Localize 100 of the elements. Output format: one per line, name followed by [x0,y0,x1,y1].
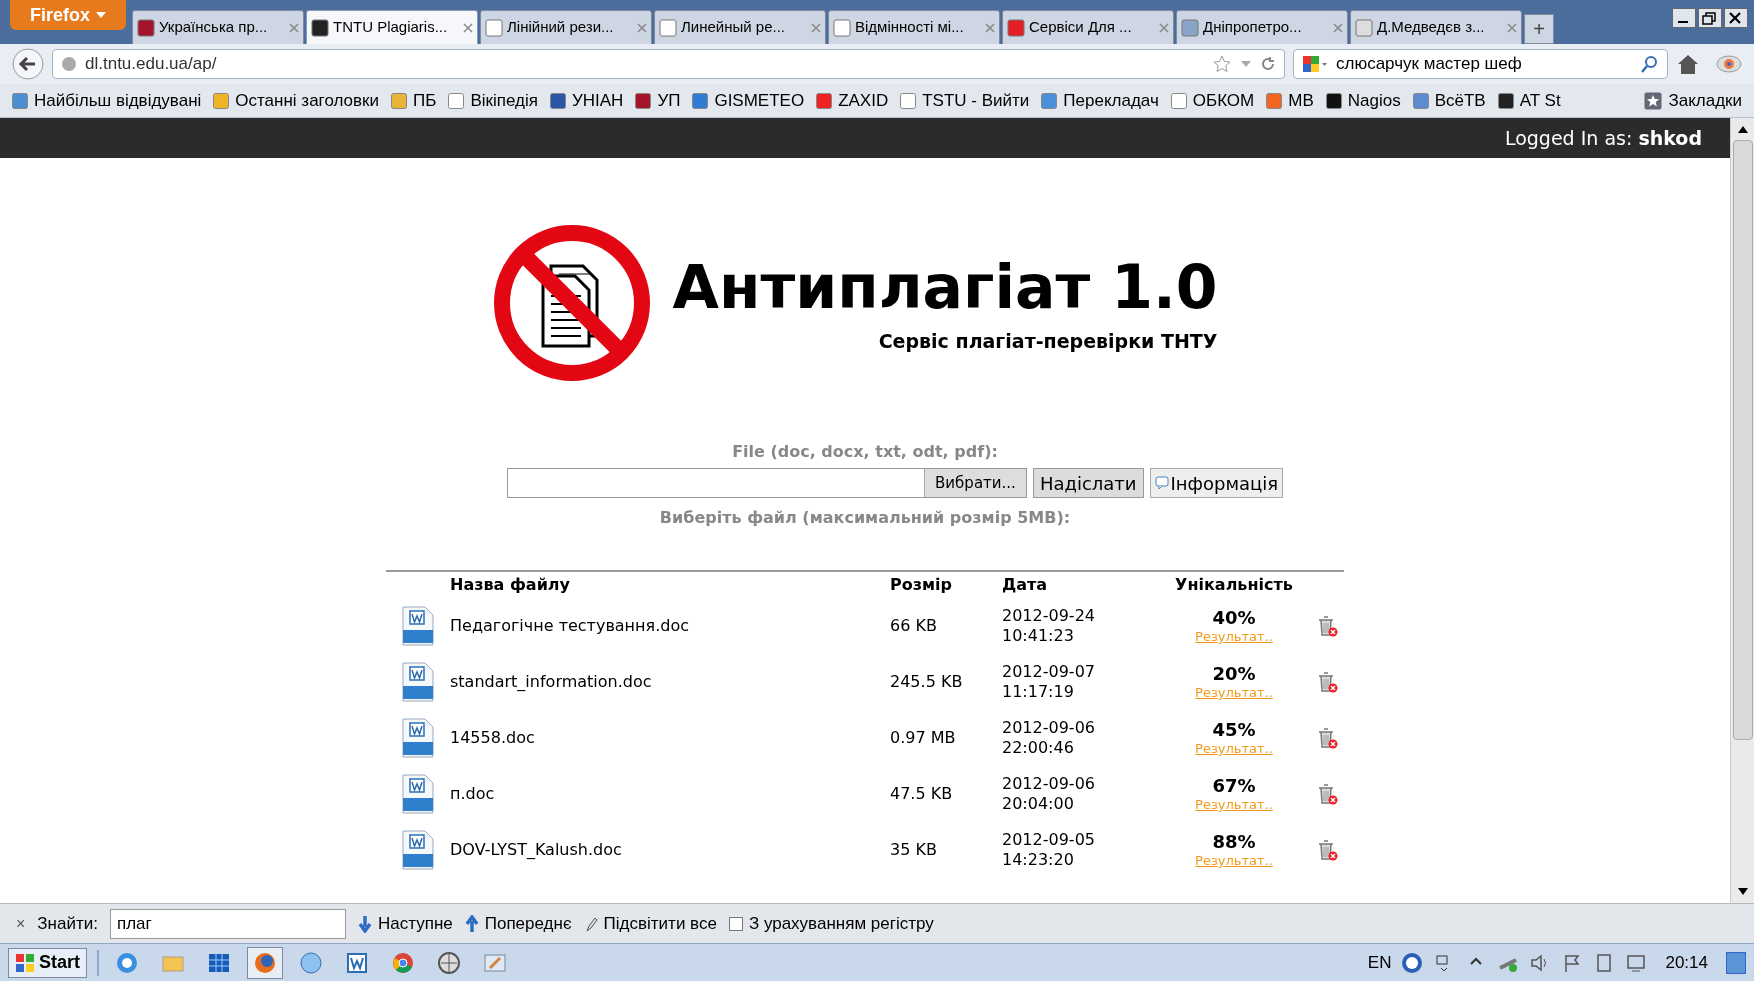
delete-icon[interactable] [1316,726,1338,750]
bookmark-favicon-icon [12,92,28,109]
close-icon[interactable] [1724,8,1748,28]
reload-icon [1260,56,1276,72]
browser-tab[interactable]: Українська пр... [132,10,304,44]
highlight-all-button[interactable]: Підсвітити все [583,910,717,937]
bookmark-link[interactable]: Найбільш відвідувані [12,87,202,114]
bookmark-link[interactable]: ZAXID [816,87,889,114]
scrollbar[interactable] [1730,118,1754,903]
bookmark-favicon-icon [1170,92,1187,109]
uniqueness-percent: 20% [1212,662,1256,686]
bookmark-link[interactable]: ОБКОМ [1170,87,1255,114]
word-document-icon [401,774,435,814]
close-icon [985,22,995,33]
browser-tab[interactable]: Відмінності мі... [828,10,1000,44]
browser-tab[interactable]: TNTU Plagiaris... [306,10,478,44]
browser-tab[interactable]: Лінійний рези... [480,10,652,44]
upload-date: 2012-09-06 [1002,718,1096,738]
browser-tab[interactable]: Линейный ре... [654,10,826,44]
bookmark-favicon-icon [1041,92,1058,109]
file-name: DOV-LYST_Kalush.doc [450,839,623,861]
bookmark-link[interactable]: УП [635,87,681,114]
tab-title: Дніпропетро... [1203,17,1303,38]
scroll-down-icon[interactable] [1736,887,1749,897]
file-name: 14558.doc [450,727,536,749]
file-input[interactable]: Вибрати... [506,468,1027,498]
upload-date: 2012-09-06 [1002,774,1096,794]
tab-title: Лінійний рези... [507,17,615,38]
find-field[interactable]: плаг [109,908,346,939]
new-tab-button[interactable]: + [1524,14,1554,44]
send-button[interactable]: Надіслати [1032,468,1144,498]
close-icon [289,22,299,33]
no-documents-logo-icon [492,224,651,382]
close-icon [811,22,821,33]
bookmark-favicon-icon [1412,92,1429,109]
file-size: 35 KB [890,839,938,861]
upload-time: 10:41:23 [1002,626,1075,646]
browser-tab[interactable]: Сервіси Для ... [1002,10,1174,44]
bookmark-link[interactable]: ВсёТВ [1412,87,1486,114]
bookmark-favicon-icon [1325,92,1342,109]
next-button[interactable]: Наступне [357,910,453,937]
bookmark-link[interactable]: ПБ [391,87,437,114]
match-case-checkbox[interactable]: З урахуванням регістру [728,910,934,937]
address-bar[interactable]: dl.tntu.edu.ua/ap/ [52,49,1285,79]
delete-icon[interactable] [1316,782,1338,806]
file-size: 47.5 KB [890,783,954,805]
bookmark-link[interactable]: МВ [1266,87,1314,114]
column-header: Унікальність [1174,574,1294,596]
favicon-icon [1007,18,1025,37]
favicon-icon [833,18,851,37]
start-button[interactable]: Start [8,947,87,978]
search-field[interactable]: слюсарчук мастер шеф [1293,49,1668,79]
browser-tab[interactable]: Дніпропетро... [1176,10,1348,44]
file-name: Педагогічне тестування.doc [450,615,690,637]
word-document-icon [401,662,435,702]
upload-time: 14:23:20 [1002,850,1075,870]
info-button[interactable]: Інформація [1149,468,1284,498]
bookmark-link[interactable]: TSTU - Вийти [900,87,1030,114]
bookmark-link[interactable]: УНІАН [549,87,624,114]
minimize-icon[interactable] [1672,8,1696,28]
bookmark-link[interactable]: Вікіпедія [448,87,538,114]
eye-icon[interactable] [1716,54,1742,74]
close-find-button[interactable]: × [16,911,26,936]
bookmark-link[interactable]: Nagios [1325,87,1401,114]
bookmark-link[interactable]: Перекладач [1041,87,1159,114]
close-icon [1159,22,1169,33]
bookmark-favicon-icon [816,92,833,109]
close-icon [1333,22,1343,33]
bookmarks-menu[interactable]: Закладки [1644,87,1742,114]
delete-icon[interactable] [1316,614,1338,638]
browser-tab[interactable]: Д.Медведєв з... [1350,10,1522,44]
bookmark-favicon-icon [692,92,709,109]
clock[interactable]: 20:14 [1657,949,1716,976]
caret-icon [96,11,106,19]
previous-button[interactable]: Попереднє [464,910,572,937]
bookmark-favicon-icon [1497,92,1514,109]
file-size: 245.5 KB [890,671,964,693]
logged-in-text: Logged In as: shkod [1504,125,1702,151]
bookmark-link[interactable]: Останні заголовки [213,87,380,114]
up-arrow-icon [464,914,479,933]
word-document-icon [401,718,435,758]
favicon-icon [1181,18,1199,37]
delete-icon[interactable] [1316,838,1338,862]
delete-icon[interactable] [1316,670,1338,694]
tab-title: Сервіси Для ... [1029,17,1133,38]
bookmark-link[interactable]: AT St [1497,87,1561,114]
uniqueness-percent: 88% [1212,830,1256,854]
help-bubble-icon [1154,476,1169,490]
star-icon [1212,54,1232,74]
scroll-up-icon[interactable] [1736,124,1749,134]
bookmark-link[interactable]: GISMETEO [692,87,805,114]
language-indicator[interactable]: EN [1367,949,1392,976]
show-desktop-button[interactable] [1726,951,1746,974]
home-icon[interactable] [1676,53,1700,75]
uniqueness-percent: 67% [1212,774,1256,798]
upload-time: 11:17:19 [1002,682,1075,702]
tab-title: Линейный ре... [681,17,787,38]
column-header: Дата [1002,574,1049,596]
file-label: File (doc, docx, txt, odt, pdf): [732,441,998,463]
restore-icon[interactable] [1698,8,1722,28]
